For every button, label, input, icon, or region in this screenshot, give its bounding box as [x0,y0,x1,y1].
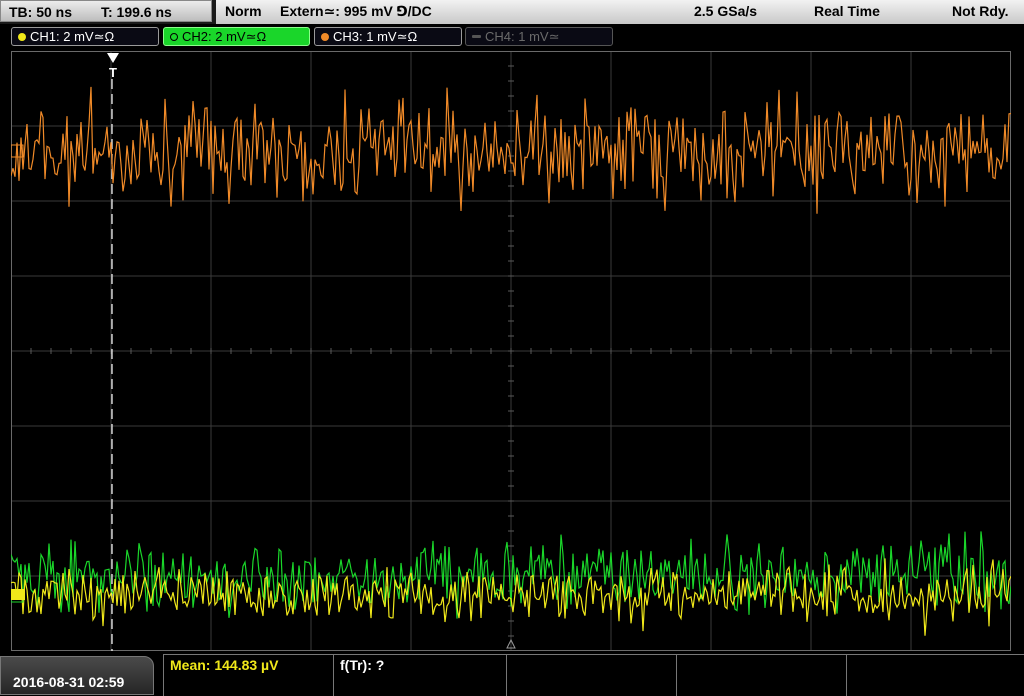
tab-ch3-label: CH3: 1 mV≃Ω [333,29,418,44]
meas-empty-cell-2[interactable] [676,655,846,696]
tab-ch3[interactable]: CH3: 1 mV≃Ω [314,27,462,46]
tab-ch2-label: CH2: 2 mV≃Ω [182,29,267,44]
meas-empty-cell-1[interactable] [506,655,676,696]
trigger-marker-icon[interactable]: T [106,52,120,80]
trigger-marker-label: T [109,65,117,80]
ch3-dot-icon [321,33,329,41]
datetime-box: 2016-08-31 02:59 [0,656,154,695]
trigger-position-value: T: 199.6 ns [101,4,172,20]
meas-ftr-cell[interactable]: f(Tr): ? [333,655,506,696]
trigger-source: Extern≃: 995 mV ⅁/DC [280,3,432,19]
trigger-mode: Norm [225,3,262,19]
trigger-status-bar[interactable]: Norm Extern≃: 995 mV ⅁/DC 2.5 GSa/s Real… [216,0,1024,24]
tab-ch4[interactable]: CH4: 1 mV≃ [465,27,613,46]
datetime-text: 2016-08-31 02:59 [13,674,125,690]
acquisition-mode: Real Time [814,3,880,19]
meas-mean-cell[interactable]: Mean: 144.83 µV [163,655,333,696]
meas-empty-cell-3[interactable] [846,655,1024,696]
top-status-bar: TB: 50 ns T: 199.6 ns Norm Extern≃: 995 … [0,0,1024,24]
meas-ftr: f(Tr): ? [340,657,385,673]
measurement-bar[interactable]: Mean: 144.83 µV f(Tr): ? [163,654,1024,696]
timebase-value: TB: 50 ns [9,4,73,20]
timebase-box[interactable]: TB: 50 ns T: 199.6 ns [0,0,212,22]
ch4-dash-icon [472,35,481,38]
tab-ch2[interactable]: CH2: 2 mV≃Ω [163,27,310,46]
ch1-ground-marker [11,589,25,600]
tab-ch1-label: CH1: 2 mV≃Ω [30,29,115,44]
acquisition-state: Not Rdy. [952,3,1009,19]
waveform-display[interactable] [11,51,1011,651]
ch2-dot-icon [170,33,178,41]
sample-rate: 2.5 GSa/s [694,3,758,19]
waveform-canvas [11,51,1011,651]
tab-ch1[interactable]: CH1: 2 mV≃Ω [11,27,159,46]
meas-mean: Mean: 144.83 µV [170,657,279,673]
ch1-dot-icon [18,33,26,41]
channel-tabs: CH1: 2 mV≃Ω CH2: 2 mV≃Ω CH3: 1 mV≃Ω CH4:… [0,24,1024,48]
tab-ch4-label: CH4: 1 mV≃ [485,29,560,44]
